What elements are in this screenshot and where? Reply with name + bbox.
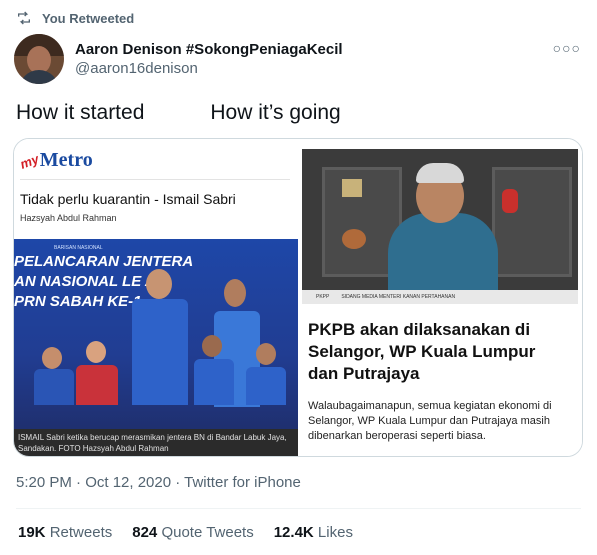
article-headline-left: Tidak perlu kuarantin - Ismail Sabri — [20, 191, 236, 207]
tweet-timestamp[interactable]: 5:20 PM · Oct 12, 2020 · Twitter for iPh… — [16, 474, 301, 491]
person-speaker — [132, 299, 188, 405]
retweet-icon — [18, 11, 30, 25]
news-photo-left: BARISAN NASIONAL PELANCARAN JENTERA AN N… — [14, 239, 298, 431]
video-still: PKPP SIDANG MEDIA MENTERI KANAN PERTAHAN… — [302, 149, 578, 304]
divider — [20, 179, 290, 180]
media-image-left[interactable]: my Metro Tidak perlu kuarantin - Ismail S… — [14, 139, 298, 456]
metro-logo: my Metro — [18, 149, 93, 172]
banner-line-3: PRN SABAH KE-1 — [14, 293, 142, 310]
tweet-text-left: How it started — [16, 101, 145, 124]
retweet-indicator: You Retweeted — [16, 10, 134, 26]
video-lower-third: PKPP SIDANG MEDIA MENTERI KANAN PERTAHAN… — [302, 290, 578, 304]
stat-retweets[interactable]: 19K Retweets — [18, 524, 112, 541]
stat-quote-tweets[interactable]: 824 Quote Tweets — [132, 524, 253, 541]
tweet-text-right: How it’s going — [210, 101, 341, 124]
tweet-author[interactable]: Aaron Denison #SokongPeniagaKecil @aaron… — [14, 34, 343, 84]
banner-line-1: PELANCARAN JENTERA — [14, 253, 194, 270]
tweet-media[interactable]: my Metro Tidak perlu kuarantin - Ismail S… — [13, 138, 583, 457]
divider — [16, 508, 581, 509]
tweet-text: How it started How it’s going — [16, 100, 341, 126]
author-display-name[interactable]: Aaron Denison #SokongPeniagaKecil — [75, 40, 343, 59]
article-byline: Hazsyah Abdul Rahman — [20, 213, 117, 223]
article-headline-right: PKPB akan dilaksanakan di Selangor, WP K… — [308, 320, 536, 383]
photo-caption: ISMAIL Sabri ketika berucap merasmikan j… — [14, 429, 298, 456]
author-handle[interactable]: @aaron16denison — [75, 59, 343, 78]
media-image-right[interactable]: PKPP SIDANG MEDIA MENTERI KANAN PERTAHAN… — [298, 139, 582, 456]
article-body-right: Walaubagaimanapun, semua kegiatan ekonom… — [308, 400, 552, 442]
speaker-shirt — [388, 213, 498, 291]
engagement-stats: 19K Retweets 824 Quote Tweets 12.4K Like… — [18, 524, 353, 541]
retweet-label: You Retweeted — [42, 10, 135, 26]
avatar[interactable] — [14, 34, 64, 84]
stat-likes[interactable]: 12.4K Likes — [274, 524, 353, 541]
banner-line-2: AN NASIONAL LE AN — [14, 273, 167, 290]
banner-small-text: BARISAN NASIONAL — [54, 245, 103, 251]
more-options-icon[interactable]: ○○○ — [553, 40, 581, 56]
